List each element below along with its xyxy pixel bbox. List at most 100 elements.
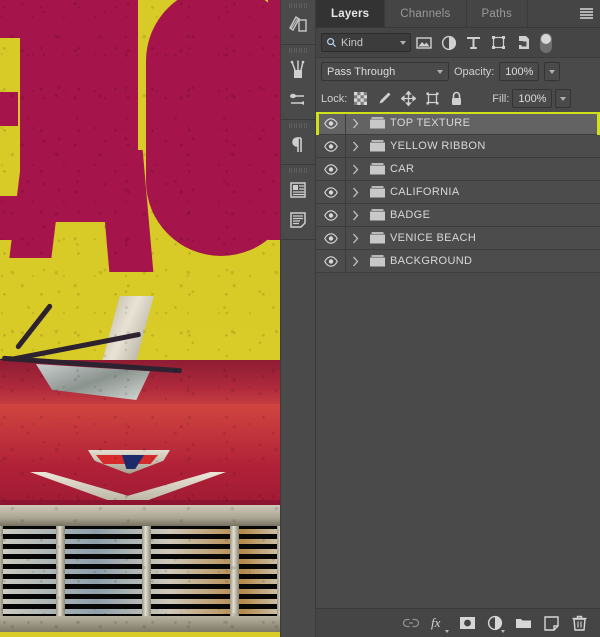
- layer-expand-chevron-right-icon[interactable]: [346, 164, 364, 175]
- panel-tab-bar: Layers Channels Paths: [316, 0, 600, 28]
- rail-group-brushes: [281, 45, 315, 120]
- grille-vertical-bar: [142, 526, 151, 618]
- smart-object-filter-icon[interactable]: [511, 30, 536, 56]
- layer-style-fx-icon[interactable]: fx: [426, 610, 452, 636]
- layer-group-folder-icon: [364, 254, 390, 268]
- fill-stepper[interactable]: [555, 89, 572, 108]
- layer-row[interactable]: BACKGROUND: [316, 250, 600, 273]
- layer-expand-chevron-right-icon[interactable]: [346, 118, 364, 129]
- panel-grip[interactable]: [281, 120, 315, 130]
- filter-kind-select[interactable]: Kind: [321, 33, 411, 52]
- opacity-stepper[interactable]: [544, 62, 561, 81]
- layer-group-folder-icon: [364, 231, 390, 245]
- link-layers-icon[interactable]: [398, 610, 424, 636]
- layer-name-label: BADGE: [390, 209, 431, 221]
- layer-expand-chevron-right-icon[interactable]: [346, 187, 364, 198]
- panel-grip[interactable]: [281, 45, 315, 55]
- chevron-down-icon: [400, 40, 406, 45]
- blend-mode-select[interactable]: Pass Through: [321, 62, 449, 81]
- panel-grip[interactable]: [281, 165, 315, 175]
- panel-menu-icon[interactable]: [572, 0, 600, 27]
- filter-kind-label: Kind: [341, 36, 364, 49]
- panel-grip[interactable]: [281, 0, 315, 10]
- delete-layer-icon[interactable]: [566, 610, 592, 636]
- opacity-input[interactable]: 100%: [499, 62, 540, 81]
- brush-settings-icon[interactable]: [281, 85, 315, 115]
- layer-visibility-eye-icon[interactable]: [316, 135, 346, 157]
- layer-group-folder-icon: [364, 185, 390, 199]
- layer-expand-chevron-right-icon[interactable]: [346, 210, 364, 221]
- lock-all-icon[interactable]: [446, 89, 467, 109]
- layer-visibility-eye-icon[interactable]: [316, 250, 346, 272]
- filter-toggle-switch[interactable]: [540, 32, 552, 53]
- poster-letter-h-stem: [268, 0, 280, 240]
- layer-visibility-eye-icon[interactable]: [316, 204, 346, 226]
- rail-group-paragraph: [281, 120, 315, 165]
- tab-channels[interactable]: Channels: [385, 0, 467, 27]
- layer-visibility-eye-icon[interactable]: [316, 112, 346, 134]
- collapsed-panel-rail: [280, 0, 316, 637]
- brushes-icon[interactable]: [281, 55, 315, 85]
- lock-position-icon[interactable]: [398, 89, 419, 109]
- car-body-strip: [0, 500, 280, 505]
- layer-row[interactable]: TOP TEXTURE: [316, 112, 600, 135]
- grille-vertical-bar: [230, 526, 239, 618]
- layer-row[interactable]: CAR: [316, 158, 600, 181]
- lock-transparent-pixels-icon[interactable]: [350, 89, 371, 109]
- tab-layers[interactable]: Layers: [316, 0, 386, 27]
- layer-row[interactable]: VENICE BEACH: [316, 227, 600, 250]
- poster-letter-c: [146, 0, 280, 256]
- paragraph-styles-icon[interactable]: [281, 205, 315, 235]
- shape-layer-filter-icon[interactable]: [486, 30, 511, 56]
- chevron-down-icon: [437, 69, 443, 74]
- car-bumper-bottom: [0, 616, 280, 632]
- character-styles-icon[interactable]: [281, 175, 315, 205]
- layer-row[interactable]: BADGE: [316, 204, 600, 227]
- layer-visibility-eye-icon[interactable]: [316, 227, 346, 249]
- lock-bar: Lock: Fill: 100%: [316, 85, 600, 112]
- rail-group-libraries: [281, 0, 315, 45]
- lock-artboard-nesting-icon[interactable]: [422, 89, 443, 109]
- document-canvas[interactable]: [0, 0, 280, 637]
- layer-visibility-eye-icon[interactable]: [316, 181, 346, 203]
- layer-mask-icon[interactable]: [454, 610, 480, 636]
- layer-visibility-eye-icon[interactable]: [316, 158, 346, 180]
- pixel-layer-filter-icon[interactable]: [411, 30, 436, 56]
- new-group-icon[interactable]: [510, 610, 536, 636]
- fill-label: Fill:: [492, 92, 510, 105]
- horizontal-scrollbar[interactable]: [90, 631, 136, 636]
- car-grille: [0, 526, 280, 618]
- lock-image-pixels-icon[interactable]: [374, 89, 395, 109]
- adjustment-layer-filter-icon[interactable]: [436, 30, 461, 56]
- layer-expand-chevron-right-icon[interactable]: [346, 141, 364, 152]
- layer-expand-chevron-right-icon[interactable]: [346, 256, 364, 267]
- new-layer-icon[interactable]: [538, 610, 564, 636]
- tab-paths[interactable]: Paths: [467, 0, 528, 27]
- grille-vertical-bar: [0, 526, 3, 618]
- layer-row[interactable]: CALIFORNIA: [316, 181, 600, 204]
- layers-panel: Layers Channels Paths Kind Pass Through …: [316, 0, 600, 637]
- layer-name-label: YELLOW RIBBON: [390, 140, 486, 152]
- type-layer-filter-icon[interactable]: [461, 30, 486, 56]
- layer-group-folder-icon: [364, 162, 390, 176]
- paragraph-icon[interactable]: [281, 130, 315, 160]
- lock-label: Lock:: [321, 92, 348, 105]
- layer-row[interactable]: YELLOW RIBBON: [316, 135, 600, 158]
- layer-expand-chevron-right-icon[interactable]: [346, 233, 364, 244]
- layer-group-folder-icon: [364, 139, 390, 153]
- fill-input[interactable]: 100%: [512, 89, 553, 108]
- layer-name-label: TOP TEXTURE: [390, 117, 471, 129]
- layer-list[interactable]: TOP TEXTURE YELLOW RIBBON CAR CALIFORNIA BAD…: [316, 112, 600, 608]
- layer-group-folder-icon: [364, 116, 390, 130]
- grille-vertical-bar: [56, 526, 65, 618]
- rail-empty-space: [281, 240, 315, 637]
- grille-vertical-bar: [277, 526, 280, 618]
- poster-artwork: [0, 0, 280, 637]
- layer-name-label: CALIFORNIA: [390, 186, 460, 198]
- adjustment-layer-icon[interactable]: [482, 610, 508, 636]
- libraries-icon[interactable]: [281, 10, 315, 40]
- layers-panel-toolbar: fx: [316, 608, 600, 637]
- blend-mode-bar: Pass Through Opacity: 100%: [316, 58, 600, 85]
- layer-name-label: BACKGROUND: [390, 255, 473, 267]
- layer-filter-bar: Kind: [316, 28, 600, 58]
